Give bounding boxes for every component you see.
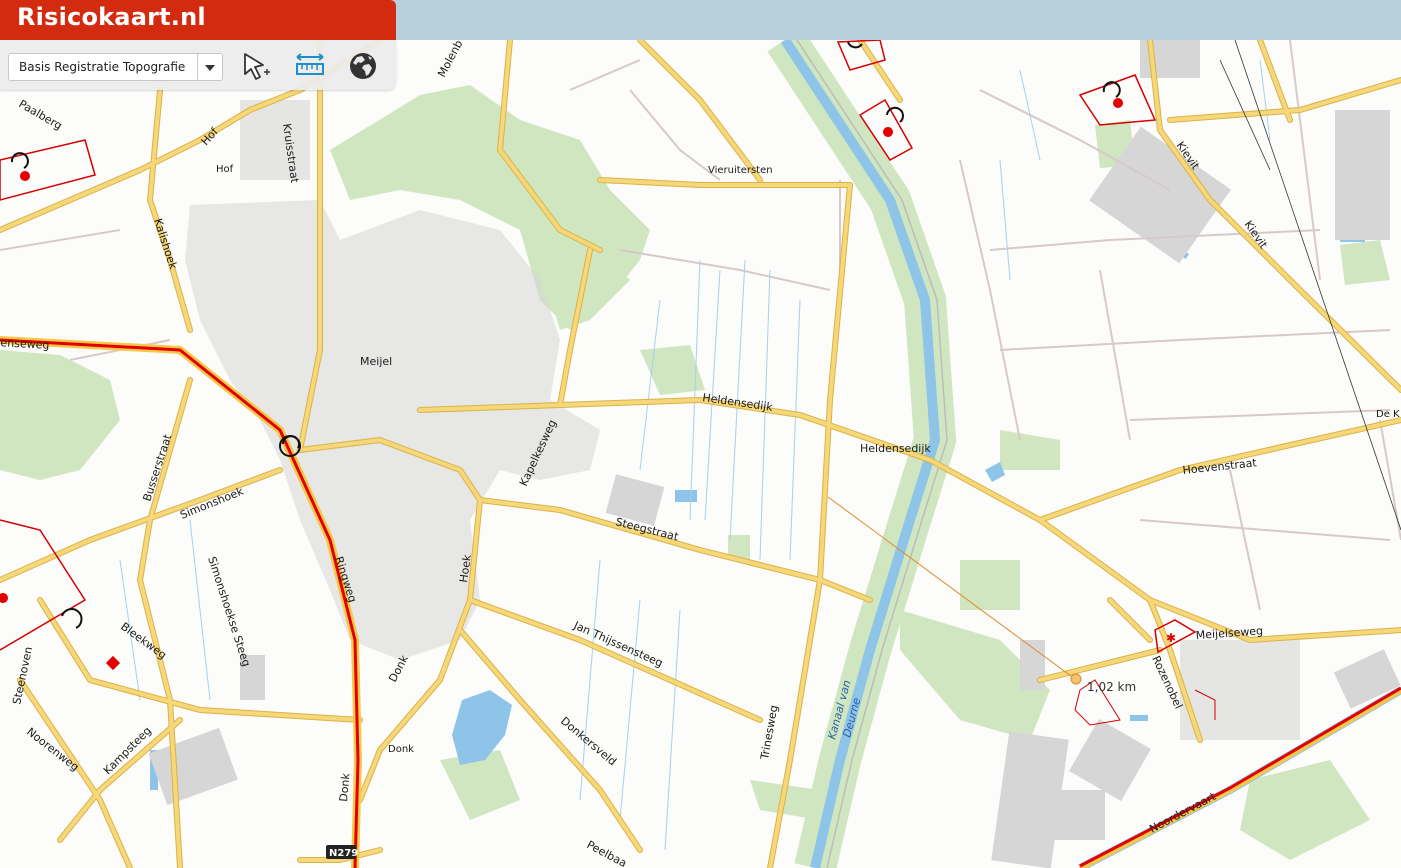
map-toolbar: Basis Registratie Topografie — [0, 40, 396, 90]
base-layer-select-value: Basis Registratie Topografie — [19, 60, 186, 74]
place-label-meijel: Meijel — [360, 355, 392, 368]
app-title: Risicokaart.nl — [17, 3, 206, 31]
chevron-down-icon[interactable] — [197, 54, 222, 80]
measure-tool-button[interactable] — [292, 48, 328, 84]
route-shield-label: N279 — [329, 848, 358, 859]
street-label-donk-2: Donk — [337, 772, 352, 802]
distance-label: 1,02 km — [1087, 680, 1136, 694]
globe-tool-button[interactable] — [345, 48, 381, 84]
base-layer-select[interactable]: Basis Registratie Topografie — [8, 53, 223, 81]
ruler-measure-icon — [296, 53, 324, 75]
cursor-select-icon — [244, 53, 270, 80]
place-label-de-k: De K — [1376, 409, 1400, 420]
street-label-heldensedijk-2: Heldensedijk — [860, 442, 931, 455]
globe-icon — [350, 53, 376, 79]
svg-text:✱: ✱ — [1166, 631, 1176, 645]
street-label-tenseweg: tenseweg — [0, 336, 50, 352]
place-label-hof: Hof — [216, 164, 234, 175]
route-shield-n279: N279 — [326, 845, 358, 859]
map-canvas[interactable]: ✱ 1,02 km Meijel Hof Donk Vieruitersten … — [0, 40, 1401, 868]
place-label-donk: Donk — [388, 744, 414, 755]
select-tool-button[interactable] — [238, 48, 274, 84]
place-label-vieruitersten: Vieruitersten — [708, 165, 773, 176]
app-logo[interactable]: Risicokaart.nl — [0, 0, 396, 40]
